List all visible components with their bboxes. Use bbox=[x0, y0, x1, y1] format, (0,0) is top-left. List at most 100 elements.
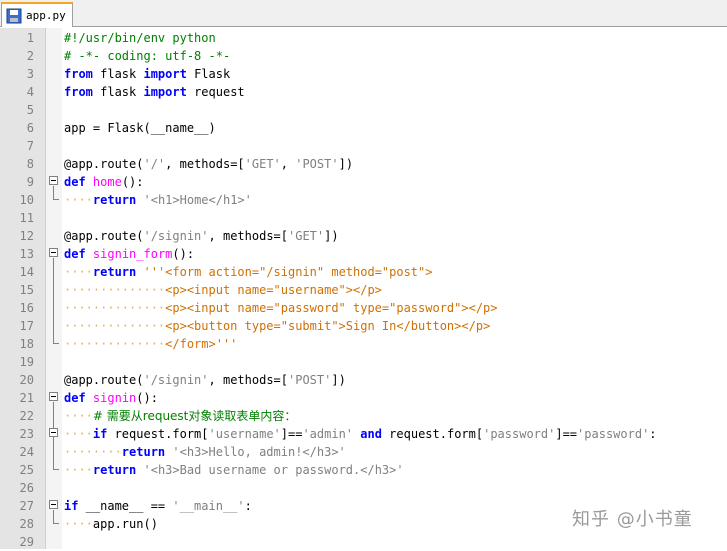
fold-toggle-icon[interactable] bbox=[49, 392, 58, 401]
code-token: return bbox=[92, 193, 137, 207]
code-token: (): bbox=[121, 175, 144, 189]
code-token: def bbox=[64, 391, 86, 405]
code-token: '<h1>Home</h1>' bbox=[143, 193, 252, 207]
code-line[interactable]: 19 bbox=[0, 353, 727, 371]
code-token: if bbox=[64, 499, 79, 513]
code-token: ···· bbox=[64, 427, 93, 441]
code-line[interactable]: 15 ··············<p><input name="username… bbox=[0, 281, 727, 299]
code-token: __name__ == bbox=[78, 499, 173, 513]
code-token: @app.route( bbox=[64, 373, 144, 387]
code-token: flask bbox=[92, 85, 144, 99]
code-token: 'username' bbox=[208, 427, 281, 441]
code-token: , methods=[ bbox=[165, 157, 245, 171]
code-line[interactable]: 20 @app.route('/signin', methods=['POST']… bbox=[0, 371, 727, 389]
code-line[interactable]: 29 bbox=[0, 533, 727, 551]
code-token: and bbox=[360, 427, 382, 441]
code-token: ·············· bbox=[64, 337, 166, 351]
line-number: 8 bbox=[26, 157, 34, 171]
code-token: 'POST' bbox=[288, 373, 332, 387]
code-token: from bbox=[64, 85, 93, 99]
code-token: def bbox=[64, 175, 86, 189]
code-text: ····app.run() bbox=[64, 515, 158, 533]
line-number: 16 bbox=[19, 301, 34, 315]
code-text: def home(): bbox=[64, 173, 144, 191]
code-token: signin bbox=[92, 391, 137, 405]
code-token: 'GET' bbox=[288, 229, 325, 243]
code-text: ··············<p><button type="submit">S… bbox=[64, 317, 490, 335]
code-line[interactable]: 16 ··············<p><input name="password… bbox=[0, 299, 727, 317]
tab-bar: app.py bbox=[0, 0, 727, 27]
code-text: ····if request.form['username']=='admin'… bbox=[64, 425, 657, 443]
code-text: @app.route('/signin', methods=['POST']) bbox=[64, 371, 346, 389]
code-text: ····return '''<form action="/signin" met… bbox=[64, 263, 432, 281]
code-line[interactable]: 1 #!/usr/bin/env python bbox=[0, 29, 727, 47]
code-line[interactable]: 25 ····return '<h3>Bad username or passwo… bbox=[0, 461, 727, 479]
line-number: 14 bbox=[19, 265, 34, 279]
code-token: ···· bbox=[64, 463, 93, 477]
code-line[interactable]: 2 # -*- coding: utf-8 -*- bbox=[0, 47, 727, 65]
code-token: '/signin' bbox=[143, 229, 209, 243]
code-text: from flask import Flask bbox=[64, 65, 230, 83]
fold-line bbox=[53, 510, 54, 523]
code-token: ]) bbox=[331, 373, 346, 387]
code-token: 'password' bbox=[483, 427, 556, 441]
fold-end bbox=[53, 343, 59, 344]
code-token: @app.route( bbox=[64, 229, 144, 243]
line-number: 1 bbox=[26, 31, 34, 45]
code-token: request.form[ bbox=[107, 427, 209, 441]
fold-line bbox=[53, 258, 54, 343]
watermark: 知乎 @小书童 bbox=[572, 509, 693, 530]
fold-toggle-icon[interactable] bbox=[49, 176, 58, 185]
fold-toggle-icon[interactable] bbox=[49, 500, 58, 509]
code-token: <p><input name="password" type="password… bbox=[165, 301, 498, 315]
code-line[interactable]: 26 bbox=[0, 479, 727, 497]
code-line[interactable]: 14 ····return '''<form action="/signin" m… bbox=[0, 263, 727, 281]
code-token: import bbox=[143, 67, 187, 81]
code-token: request bbox=[186, 85, 245, 99]
code-line[interactable]: 18 ··············</form>''' bbox=[0, 335, 727, 353]
code-token: app = Flask(__name__) bbox=[64, 121, 216, 135]
code-line[interactable]: 6 app = Flask(__name__) bbox=[0, 119, 727, 137]
code-token: from bbox=[64, 67, 93, 81]
code-token: # -*- coding: utf-8 -*- bbox=[64, 49, 231, 63]
code-line[interactable]: 3 from flask import Flask bbox=[0, 65, 727, 83]
code-line[interactable]: 11 bbox=[0, 209, 727, 227]
code-line[interactable]: 12 @app.route('/signin', methods=['GET']) bbox=[0, 227, 727, 245]
code-line[interactable]: 22 ····# 需要从request对象读取表单内容： bbox=[0, 407, 727, 425]
code-editor[interactable]: 1 #!/usr/bin/env python 2 # -*- coding: utf… bbox=[0, 28, 727, 549]
fold-end bbox=[53, 199, 59, 200]
code-text: # -*- coding: utf-8 -*- bbox=[64, 47, 230, 65]
code-line[interactable]: 9 def home(): bbox=[0, 173, 727, 191]
code-line[interactable]: 10 ····return '<h1>Home</h1>' bbox=[0, 191, 727, 209]
code-token: '''<form action="/signin" method="post"> bbox=[143, 265, 433, 279]
line-number: 29 bbox=[19, 535, 34, 549]
code-line[interactable]: 7 bbox=[0, 137, 727, 155]
code-text: ····# 需要从request对象读取表单内容： bbox=[64, 407, 296, 425]
code-token: ]== bbox=[555, 427, 578, 441]
line-number: 6 bbox=[26, 121, 34, 135]
code-line[interactable]: 5 bbox=[0, 101, 727, 119]
code-line[interactable]: 13 def signin_form(): bbox=[0, 245, 727, 263]
code-token: , methods=[ bbox=[208, 373, 288, 387]
code-token: : bbox=[244, 499, 252, 513]
code-text: ··············</form>''' bbox=[64, 335, 237, 353]
code-token: ···· bbox=[64, 409, 93, 423]
fold-toggle-icon[interactable] bbox=[49, 248, 58, 257]
code-line[interactable]: 17 ··············<p><button type="submit"… bbox=[0, 317, 727, 335]
code-token: def bbox=[64, 247, 86, 261]
tab-app-py[interactable]: app.py bbox=[1, 2, 73, 27]
line-number: 28 bbox=[19, 517, 34, 531]
code-text: ········return '<h3>Hello, admin!</h3>' bbox=[64, 443, 346, 461]
fold-end bbox=[53, 523, 59, 524]
code-line[interactable]: 4 from flask import request bbox=[0, 83, 727, 101]
code-line[interactable]: 23 ····if request.form['username']=='admi… bbox=[0, 425, 727, 443]
code-line[interactable]: 21 def signin(): bbox=[0, 389, 727, 407]
fold-toggle-icon[interactable] bbox=[49, 428, 58, 437]
code-line[interactable]: 24 ········return '<h3>Hello, admin!</h3>… bbox=[0, 443, 727, 461]
code-token: '/signin' bbox=[143, 373, 209, 387]
line-number: 19 bbox=[19, 355, 34, 369]
code-text: @app.route('/', methods=['GET', 'POST']) bbox=[64, 155, 353, 173]
code-line[interactable]: 8 @app.route('/', methods=['GET', 'POST']… bbox=[0, 155, 727, 173]
